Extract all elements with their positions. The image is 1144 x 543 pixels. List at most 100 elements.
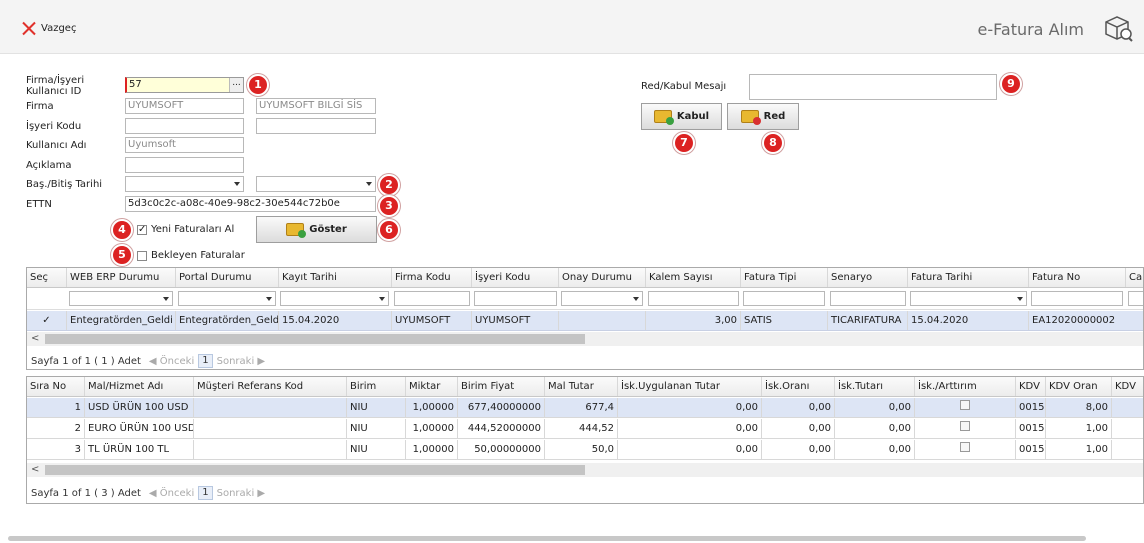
filter-fatura-tarihi[interactable] xyxy=(910,291,1027,306)
col-fatura-tarihi[interactable]: Fatura Tarihi xyxy=(908,268,1029,287)
prev-page-button[interactable]: ◀ Önceki xyxy=(149,488,194,499)
col-kdv[interactable]: KDV xyxy=(1016,377,1046,396)
col-kdv-2[interactable]: KDV xyxy=(1112,377,1143,396)
page-number[interactable]: 1 xyxy=(198,354,213,368)
kabul-label: Kabul xyxy=(676,111,710,122)
annotation-badge-5: 5 xyxy=(111,244,133,266)
scrollbar-thumb[interactable] xyxy=(45,465,585,475)
col-isyeri-kodu[interactable]: İşyeri Kodu xyxy=(472,268,559,287)
ettn-input[interactable]: 5d3c0c2c-a08c-40e9-98c2-30e544c72b0e xyxy=(125,196,376,212)
goster-label: Göster xyxy=(309,224,347,235)
annotation-badge-9: 9 xyxy=(1000,73,1022,95)
filter-ca[interactable] xyxy=(1128,291,1143,306)
page-scrollbar[interactable] xyxy=(8,536,1086,541)
cell-miktar: 1,00000 xyxy=(406,419,458,438)
chevron-down-icon xyxy=(266,297,272,301)
filter-senaryo[interactable] xyxy=(830,291,906,306)
col-isk-uygulanan[interactable]: İsk.Uygulanan Tutar xyxy=(618,377,762,396)
col-sira[interactable]: Sıra No xyxy=(27,377,85,396)
col-fatura-no[interactable]: Fatura No xyxy=(1029,268,1126,287)
aciklama-input[interactable] xyxy=(125,157,244,173)
yeni-faturalar-checkbox[interactable]: ✓ xyxy=(137,225,147,235)
col-portal[interactable]: Portal Durumu xyxy=(176,268,279,287)
col-senaryo[interactable]: Senaryo xyxy=(828,268,908,287)
scroll-left-icon[interactable]: < xyxy=(31,332,39,346)
isyeri-name-input[interactable] xyxy=(256,118,376,134)
col-isk-tutar[interactable]: İsk.Tutarı xyxy=(835,377,915,396)
cell-kdv-oran: 1,00 xyxy=(1046,440,1112,459)
filter-portal[interactable] xyxy=(178,291,276,306)
scroll-left-icon[interactable]: < xyxy=(31,463,39,477)
col-kayit-tarihi[interactable]: Kayıt Tarihi xyxy=(279,268,392,287)
arttirim-checkbox[interactable] xyxy=(960,421,970,431)
mesaj-textarea[interactable] xyxy=(749,74,997,100)
aciklama-label: Açıklama xyxy=(26,160,72,171)
table-row[interactable]: 3 TL ÜRÜN 100 TL NIU 1,00000 50,00000000… xyxy=(27,440,1143,460)
cell-isk-tutar: 0,00 xyxy=(835,440,915,459)
col-ca[interactable]: Ca xyxy=(1126,268,1143,287)
cell-isyeri-kodu: UYUMSOFT xyxy=(472,311,559,330)
col-web-erp[interactable]: WEB ERP Durumu xyxy=(67,268,176,287)
col-tip[interactable]: Fatura Tipi xyxy=(741,268,828,287)
scrollbar-thumb[interactable] xyxy=(45,334,585,344)
chevron-down-icon xyxy=(366,182,372,186)
table-row[interactable]: ✓ Entegratörden_Geldi Entegratörden_Geld… xyxy=(27,311,1143,331)
bekleyen-faturalar-checkbox[interactable] xyxy=(137,251,147,261)
cell-fatura-tarihi: 15.04.2020 xyxy=(908,311,1029,330)
col-isk-arttirim[interactable]: İsk./Arttırım xyxy=(915,377,1016,396)
horizontal-scrollbar[interactable]: < xyxy=(27,463,1143,477)
col-birim[interactable]: Birim xyxy=(347,377,406,396)
col-referans[interactable]: Müşteri Referans Kod xyxy=(194,377,347,396)
cell-isk-oran: 0,00 xyxy=(762,419,835,438)
firma-name-input[interactable]: UYUMSOFT BILGİ SİS xyxy=(256,98,376,114)
filter-onay[interactable] xyxy=(561,291,643,306)
start-date-select[interactable] xyxy=(125,176,244,192)
firma-code-input[interactable]: UYUMSOFT xyxy=(125,98,244,114)
cell-kdv: 0015 xyxy=(1016,440,1046,459)
goster-button[interactable]: Göster xyxy=(256,216,377,243)
filter-web-erp[interactable] xyxy=(69,291,173,306)
top-toolbar: Vazgeç e-Fatura Alım xyxy=(0,0,1144,54)
col-firma-kodu[interactable]: Firma Kodu xyxy=(392,268,472,287)
col-sec[interactable]: Seç xyxy=(27,268,67,287)
arttirim-checkbox[interactable] xyxy=(960,442,970,452)
col-birim-fiyat[interactable]: Birim Fiyat xyxy=(458,377,545,396)
col-miktar[interactable]: Miktar xyxy=(406,377,458,396)
annotation-badge-2: 2 xyxy=(378,174,400,196)
col-mal-hizmet[interactable]: Mal/Hizmet Adı xyxy=(85,377,194,396)
lookup-button[interactable]: ... xyxy=(229,78,243,92)
filter-firma-kodu[interactable] xyxy=(394,291,470,306)
horizontal-scrollbar[interactable]: < xyxy=(27,332,1143,346)
kullanici-input[interactable]: Uyumsoft xyxy=(125,137,244,153)
table-row[interactable]: 1 USD ÜRÜN 100 USD NIU 1,00000 677,40000… xyxy=(27,398,1143,418)
kabul-button[interactable]: Kabul xyxy=(641,103,722,130)
filter-kayit-tarihi[interactable] xyxy=(280,291,389,306)
box-search-icon[interactable] xyxy=(1102,14,1134,42)
table-row[interactable]: 2 EURO ÜRÜN 100 USD NIU 1,00000 444,5200… xyxy=(27,419,1143,439)
page-number[interactable]: 1 xyxy=(198,486,213,500)
next-page-button[interactable]: Sonraki ▶ xyxy=(217,356,266,367)
row-select-check[interactable]: ✓ xyxy=(27,311,67,330)
filter-fatura-no[interactable] xyxy=(1031,291,1123,306)
isyeri-code-input[interactable] xyxy=(125,118,244,134)
col-mal-tutar[interactable]: Mal Tutar xyxy=(545,377,618,396)
col-isk-oran[interactable]: İsk.Oranı xyxy=(762,377,835,396)
invoice-grid: Seç WEB ERP Durumu Portal Durumu Kayıt T… xyxy=(26,267,1144,370)
end-date-select[interactable] xyxy=(256,176,376,192)
col-kdv-oran[interactable]: KDV Oran xyxy=(1046,377,1112,396)
next-page-button[interactable]: Sonraki ▶ xyxy=(217,488,266,499)
cell-isk-uyg: 0,00 xyxy=(618,398,762,417)
accept-folder-icon xyxy=(653,110,674,125)
filter-tip[interactable] xyxy=(743,291,825,306)
filter-isyeri-kodu[interactable] xyxy=(474,291,557,306)
col-onay[interactable]: Onay Durumu xyxy=(559,268,646,287)
cancel-label: Vazgeç xyxy=(41,22,77,34)
firma-isyeri-input[interactable]: 57 ... xyxy=(125,77,244,93)
col-kalem[interactable]: Kalem Sayısı xyxy=(646,268,741,287)
cancel-button[interactable]: Vazgeç xyxy=(21,20,76,36)
prev-page-button[interactable]: ◀ Önceki xyxy=(149,356,194,367)
red-button[interactable]: Red xyxy=(727,103,799,130)
filter-kalem[interactable] xyxy=(648,291,739,306)
cell-sira: 3 xyxy=(27,440,85,459)
arttirim-checkbox[interactable] xyxy=(960,400,970,410)
